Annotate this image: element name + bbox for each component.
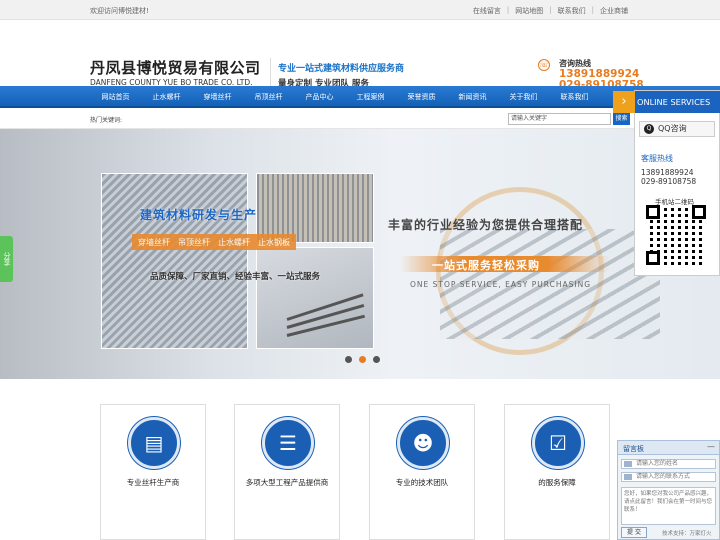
header-divider [270, 58, 271, 88]
hero-banner[interactable]: 建筑材料研发与生产 穿墙丝杆 吊顶丝杆 止水螺杆 止水钢板 品质保障、厂家直销、… [0, 129, 720, 379]
nav-news[interactable]: 新闻资讯 [447, 86, 498, 108]
slider-dot-active[interactable] [359, 356, 366, 363]
top-bar: 欢迎访问博悦建材! 在线留言 | 网站地图 | 联系我们 | 企业商铺 [0, 0, 720, 20]
banner-tag: 穿墙丝杆 [138, 237, 170, 247]
banner-right-heading: 丰富的行业经验为您提供合理搭配 [388, 218, 584, 232]
message-box-header: 留言板 — [618, 441, 719, 455]
slider-dot[interactable] [345, 356, 352, 363]
slider-dot[interactable] [373, 356, 380, 363]
feature-card[interactable]: ☑ 的服务保障 [504, 404, 610, 540]
message-box-title: 留言板 [623, 445, 644, 453]
feature-label: 专业的技术团队 [395, 478, 449, 487]
nav-honors[interactable]: 荣誉资质 [396, 86, 447, 108]
feature-label: 专业丝杆生产商 [126, 478, 180, 487]
feature-icon-circle: ☻ [397, 417, 449, 469]
message-box: 留言板 — 请输入您的姓名 请输入您的联系方式 您好，如果您对我公司产品感兴趣，… [617, 440, 720, 540]
phone-icon: ☏ [538, 59, 550, 71]
service-hotline-title: 客服热线 [641, 154, 673, 163]
banner-right-en: ONE STOP SERVICE, EASY PURCHASING [410, 280, 592, 289]
nav-water-stop-bolt[interactable]: 止水螺杆 [141, 86, 192, 108]
search-button[interactable]: 搜索 [613, 113, 630, 125]
slider-dots [345, 356, 380, 363]
top-link-shop[interactable]: 企业商铺 [600, 6, 628, 16]
feature-card[interactable]: ☻ 专业的技术团队 [369, 404, 475, 540]
nav-wall-rod[interactable]: 穿墙丝杆 [192, 86, 243, 108]
top-link-message[interactable]: 在线留言 [473, 6, 501, 16]
submit-button[interactable]: 提 交 [621, 527, 647, 538]
minimize-icon[interactable]: — [707, 442, 715, 451]
chevron-right-icon[interactable]: › [613, 91, 635, 113]
banner-photo-bolts [256, 247, 374, 349]
service-phone-mobile: 13891889924 [641, 168, 694, 177]
name-field[interactable]: 请输入您的姓名 [621, 459, 716, 469]
banner-photo-rods [101, 173, 248, 349]
search-bar: 热门关键词: 请输入关键字 搜索 [0, 110, 720, 129]
feature-label: 多项大型工程产品提供商 [245, 478, 329, 487]
main-nav: 网站首页 止水螺杆 穿墙丝杆 吊顶丝杆 产品中心 工程案例 荣誉资质 新闻资讯 … [0, 86, 720, 108]
message-textarea[interactable]: 您好，如果您对我公司产品感兴趣，请点此留言！我们会在第一时间与您联系！ [621, 487, 716, 525]
phone-icon [624, 474, 632, 480]
check-icon: ☑ [549, 431, 567, 455]
features-section: ▤ 专业丝杆生产商 ☰ 多项大型工程产品提供商 ☻ 专业的技术团队 ☑ 的服务保… [0, 404, 720, 540]
banner-right-slogan: 一站式服务轻松采购 [432, 259, 540, 272]
top-links: 在线留言 | 网站地图 | 联系我们 | 企业商铺 [472, 6, 628, 16]
share-tab[interactable]: 分享 [0, 236, 13, 282]
feature-label: 的服务保障 [538, 478, 576, 487]
nav-contact[interactable]: 联系我们 [549, 86, 600, 108]
header: 丹凤县博悦贸易有限公司 DANFENG COUNTY YUE BO TRADE … [0, 20, 720, 91]
banner-heading: 建筑材料研发与生产 [140, 208, 258, 222]
banner-photo-stack [256, 173, 374, 243]
tech-support-text: 技术支持：万家灯火 [662, 531, 712, 537]
search-input[interactable]: 请输入关键字 [508, 113, 611, 125]
feature-icon-circle: ☑ [532, 417, 584, 469]
contact-field[interactable]: 请输入您的联系方式 [621, 472, 716, 482]
feature-icon-circle: ☰ [262, 417, 314, 469]
qq-consult-button[interactable]: Q QQ咨询 [639, 121, 715, 137]
feature-card[interactable]: ☰ 多项大型工程产品提供商 [234, 404, 340, 540]
banner-tag: 止水钢板 [258, 237, 290, 247]
welcome-text: 欢迎访问博悦建材! [90, 7, 149, 15]
user-icon [624, 461, 632, 467]
feature-card[interactable]: ▤ 专业丝杆生产商 [100, 404, 206, 540]
chart-icon: ▤ [144, 431, 164, 455]
qq-label: QQ咨询 [658, 124, 687, 133]
nav-cases[interactable]: 工程案例 [345, 86, 396, 108]
online-header: › ONLINE SERVICES [613, 91, 720, 113]
nav-ceiling-rod[interactable]: 吊顶丝杆 [243, 86, 294, 108]
banner-subtext: 品质保障、厂家直销、经验丰富、一站式服务 [150, 272, 321, 282]
hot-keywords-label: 热门关键词: [90, 117, 123, 124]
service-phone-landline: 029-89108758 [641, 177, 697, 186]
list-icon: ☰ [279, 431, 297, 455]
qr-code-icon [646, 205, 706, 265]
nav-products[interactable]: 产品中心 [294, 86, 345, 108]
company-name[interactable]: 丹凤县博悦贸易有限公司 [90, 57, 261, 78]
qq-penguin-icon: Q [644, 124, 654, 134]
banner-tags: 穿墙丝杆 吊顶丝杆 止水螺杆 止水钢板 [132, 234, 296, 250]
feature-icon-circle: ▤ [128, 417, 180, 469]
nav-home[interactable]: 网站首页 [90, 86, 141, 108]
team-icon: ☻ [412, 431, 434, 455]
top-link-contact[interactable]: 联系我们 [558, 6, 586, 16]
top-link-sitemap[interactable]: 网站地图 [515, 6, 543, 16]
nav-about[interactable]: 关于我们 [498, 86, 549, 108]
slogan-main: 专业一站式建筑材料供应服务商 [278, 64, 405, 74]
online-service-panel: › ONLINE SERVICES Q QQ咨询 客服热线 1389188992… [613, 90, 720, 276]
banner-tag: 吊顶丝杆 [178, 237, 210, 247]
online-title: ONLINE SERVICES [637, 97, 711, 107]
banner-tag: 止水螺杆 [218, 237, 250, 247]
